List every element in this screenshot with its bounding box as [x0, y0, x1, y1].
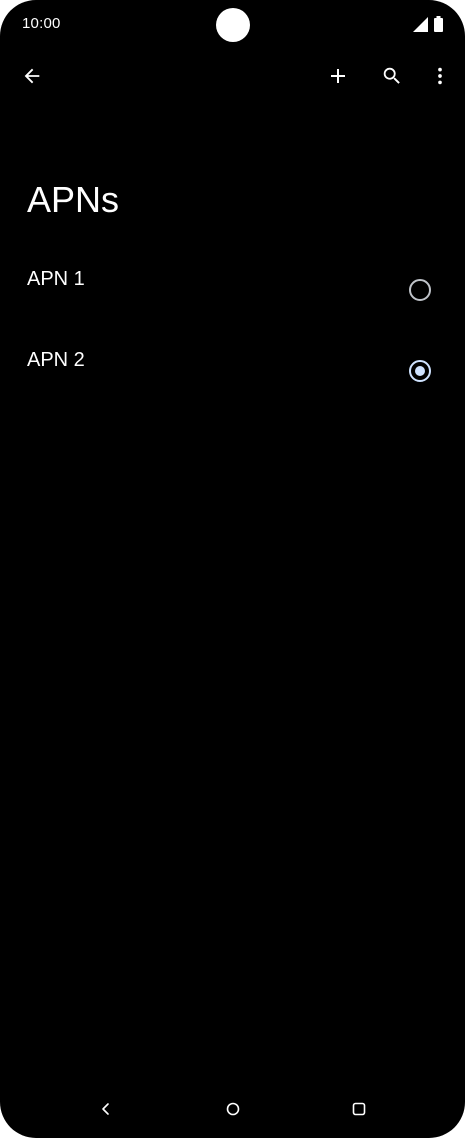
- signal-icon: [413, 16, 428, 37]
- apn-1-radio[interactable]: [409, 279, 431, 301]
- top-app-bar: [0, 52, 465, 104]
- apn-item-1[interactable]: APN 1: [0, 252, 465, 333]
- status-time: 10:00: [22, 15, 61, 32]
- phone-screen: 10:00 APNs APN 1 APN 2: [0, 0, 465, 1138]
- page-title: APNs: [27, 179, 120, 220]
- radio-selected-dot: [415, 366, 425, 376]
- nav-home-icon: [225, 1101, 241, 1122]
- nav-recents-icon: [351, 1101, 367, 1122]
- navigation-bar: [0, 1086, 465, 1136]
- nav-back-icon: [99, 1102, 113, 1121]
- search-icon: [381, 65, 403, 92]
- add-icon: [326, 64, 350, 93]
- more-vert-icon: [429, 65, 451, 92]
- add-apn-button[interactable]: [318, 58, 358, 98]
- search-button[interactable]: [372, 58, 412, 98]
- apn-list: APN 1 APN 2: [0, 252, 465, 414]
- nav-recents-button[interactable]: [344, 1096, 374, 1126]
- apn-2-radio[interactable]: [409, 360, 431, 382]
- back-arrow-icon: [21, 65, 43, 92]
- nav-home-button[interactable]: [218, 1096, 248, 1126]
- battery-icon: [434, 16, 443, 37]
- back-button[interactable]: [12, 58, 52, 98]
- nav-back-button[interactable]: [91, 1096, 121, 1126]
- camera-cutout: [216, 8, 250, 42]
- apn-label: APN 2: [27, 349, 85, 371]
- apn-label: APN 1: [27, 268, 85, 290]
- more-options-button[interactable]: [420, 58, 460, 98]
- status-icons: [413, 16, 443, 37]
- status-bar: 10:00: [0, 0, 465, 52]
- apn-item-2[interactable]: APN 2: [0, 333, 465, 414]
